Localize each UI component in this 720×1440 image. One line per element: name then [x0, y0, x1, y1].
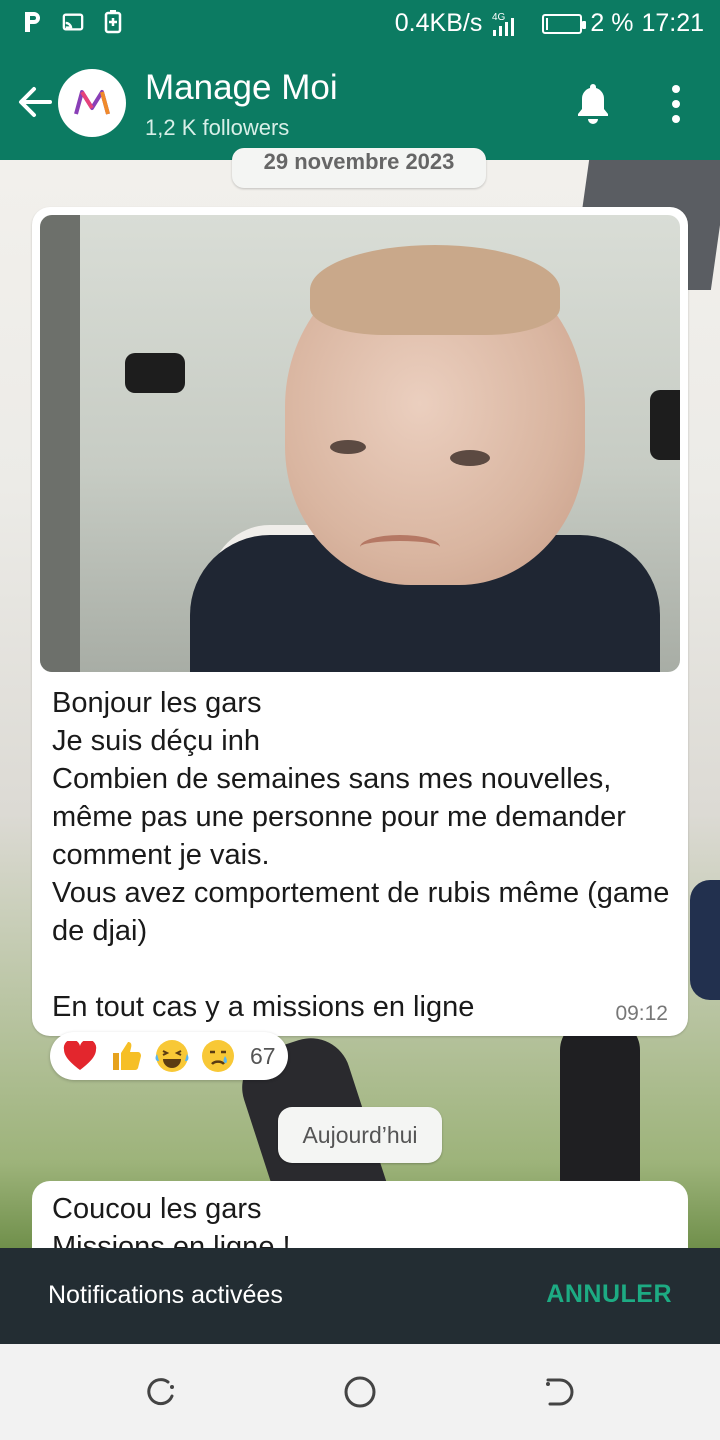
- status-right-info: 0.4KB/s 4G 2 % 17:21: [395, 9, 704, 38]
- wallpaper-shape: [690, 880, 720, 1000]
- network-type: 4G: [492, 12, 506, 23]
- reactions-bar[interactable]: 67: [50, 1032, 288, 1080]
- p-icon: [25, 12, 40, 32]
- battery-icon: [542, 13, 587, 34]
- bell-icon[interactable]: [572, 80, 614, 126]
- date-label: Aujourd’hui: [302, 1122, 418, 1148]
- date-separator: Aujourd’hui: [278, 1107, 442, 1163]
- battery-percent: 2 %: [590, 9, 634, 37]
- message-text: Coucou les gars: [52, 1193, 262, 1225]
- manage-moi-logo-icon: [74, 90, 110, 115]
- cast-icon: [62, 13, 84, 31]
- snackbar-message: Notifications activées: [48, 1281, 283, 1309]
- date-separator: 29 novembre 2023: [232, 148, 486, 188]
- status-left-icons: [22, 10, 124, 34]
- date-label: 29 novembre 2023: [263, 149, 455, 174]
- snackbar: Notifications activées ANNULER: [0, 1248, 720, 1344]
- status-bar: 0.4KB/s 4G 2 % 17:21: [0, 0, 720, 48]
- heart-reaction-icon: [60, 1036, 100, 1076]
- thumbs-up-reaction-icon: [106, 1036, 146, 1076]
- followers-count: 1,2 K followers: [145, 115, 290, 140]
- network-speed: 0.4KB/s: [394, 9, 483, 37]
- navigation-bar: [0, 1344, 720, 1440]
- message-text: Bonjour les gars Je suis déçu inh Combie…: [52, 687, 670, 1023]
- channel-name[interactable]: Manage Moi: [145, 68, 338, 108]
- crying-reaction-icon: [198, 1036, 238, 1076]
- back-icon[interactable]: [542, 1374, 578, 1410]
- signal-icon: 4G: [492, 12, 515, 36]
- battery-saver-icon: [104, 10, 122, 34]
- message-time: 09:12: [615, 1002, 668, 1025]
- clock: 17:21: [641, 9, 704, 37]
- more-vertical-icon[interactable]: [664, 84, 688, 124]
- arrow-left-icon[interactable]: [12, 80, 56, 124]
- avatar[interactable]: [58, 69, 126, 137]
- reaction-count: 67: [250, 1042, 276, 1069]
- channel-header: Manage Moi 1,2 K followers: [0, 48, 720, 160]
- home-icon[interactable]: [342, 1374, 378, 1410]
- undo-button[interactable]: ANNULER: [546, 1280, 672, 1309]
- message-image[interactable]: [40, 215, 680, 672]
- message-bubble[interactable]: Bonjour les gars Je suis déçu inh Combie…: [32, 207, 688, 1036]
- recents-icon[interactable]: [142, 1374, 178, 1410]
- laughing-reaction-icon: [152, 1036, 192, 1076]
